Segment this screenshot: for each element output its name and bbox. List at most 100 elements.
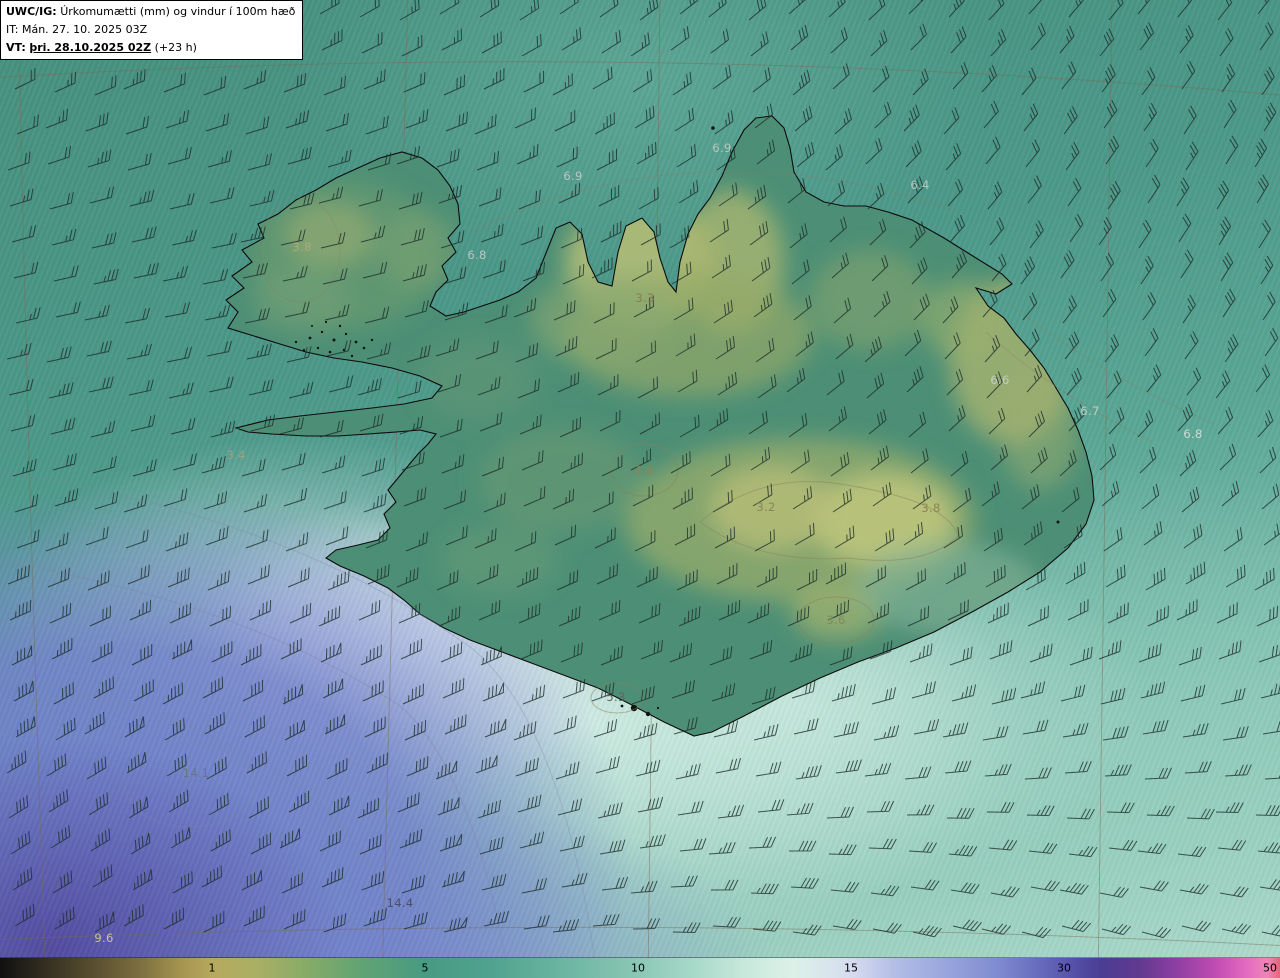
wind-barb bbox=[1139, 446, 1157, 474]
wind-barb bbox=[359, 834, 382, 855]
wind-barb bbox=[132, 869, 153, 891]
wind-barb bbox=[91, 232, 117, 249]
wind-barb bbox=[1101, 923, 1132, 936]
wind-barb bbox=[89, 605, 112, 627]
wind-barb bbox=[442, 678, 465, 699]
wind-barb bbox=[1022, 719, 1049, 735]
wind-barb bbox=[130, 832, 151, 855]
wind-barb bbox=[127, 152, 152, 171]
colorbar-tick-label: 50 bbox=[1263, 961, 1277, 975]
wind-barb bbox=[480, 646, 502, 666]
wind-barb bbox=[1142, 291, 1157, 321]
wind-barb bbox=[1030, 880, 1060, 892]
terrain-blob bbox=[478, 428, 642, 532]
wind-barb bbox=[321, 29, 343, 51]
wind-barb bbox=[949, 646, 973, 666]
wind-barb bbox=[519, 0, 540, 21]
wind-barb bbox=[124, 307, 151, 324]
wind-barb bbox=[1138, 643, 1162, 663]
wind-barb bbox=[670, 26, 690, 51]
wind-barb bbox=[49, 602, 72, 624]
island-dot bbox=[316, 346, 320, 350]
map-canvas bbox=[0, 0, 1280, 978]
wind-barb bbox=[282, 684, 304, 705]
wind-barb bbox=[13, 680, 34, 702]
wind-barb bbox=[1223, 99, 1237, 129]
wind-barb bbox=[363, 907, 387, 927]
wind-barb bbox=[1147, 174, 1161, 204]
island-dot bbox=[1056, 520, 1060, 524]
wind-barb bbox=[287, 146, 312, 165]
wind-barb bbox=[1259, 22, 1274, 51]
wind-barb bbox=[399, 0, 420, 21]
wind-barb bbox=[1102, 289, 1117, 318]
wind-barb bbox=[556, 146, 578, 168]
wind-barb bbox=[1255, 805, 1280, 816]
wind-barb bbox=[1020, 256, 1036, 285]
wind-barb bbox=[748, 0, 767, 21]
wind-barb bbox=[1146, 805, 1175, 817]
wind-barb bbox=[552, 918, 580, 933]
wind-barb bbox=[1145, 138, 1159, 168]
wind-barb bbox=[165, 532, 189, 552]
wind-barb bbox=[950, 882, 980, 895]
wind-barb bbox=[128, 379, 154, 396]
wind-barb bbox=[211, 641, 233, 663]
wind-barb bbox=[325, 526, 349, 546]
wind-barb bbox=[1217, 407, 1234, 435]
wind-barb bbox=[357, 378, 382, 396]
wind-barb bbox=[1260, 681, 1280, 699]
wind-barb bbox=[519, 831, 545, 849]
wind-barb bbox=[982, 725, 1009, 741]
wind-barb bbox=[1221, 923, 1251, 935]
wind-barb bbox=[948, 845, 978, 857]
wind-barb bbox=[1029, 220, 1044, 249]
wind-barb bbox=[1185, 561, 1206, 585]
wind-barb bbox=[87, 570, 110, 591]
wind-barb bbox=[481, 31, 502, 54]
wind-barb bbox=[593, 719, 618, 738]
wind-barb bbox=[323, 75, 347, 96]
wind-barb bbox=[903, 104, 920, 132]
wind-barb bbox=[1061, 61, 1077, 90]
product-title-line: UWC/IG: Úrkomumætti (mm) og vindur í 100… bbox=[6, 3, 295, 21]
wind-barb bbox=[168, 382, 194, 399]
wind-barb bbox=[1100, 252, 1115, 282]
wind-barb bbox=[748, 836, 776, 849]
wind-barb bbox=[523, 70, 545, 93]
wind-barb bbox=[94, 911, 115, 933]
wind-barb bbox=[248, 796, 269, 819]
wind-barb bbox=[1255, 364, 1271, 393]
wind-barb bbox=[86, 756, 107, 780]
wind-barb bbox=[601, 876, 629, 891]
wind-barb bbox=[1030, 22, 1046, 51]
wind-barb bbox=[129, 599, 152, 621]
wind-barb bbox=[441, 28, 462, 51]
wind-barb bbox=[435, 760, 458, 780]
wind-barb bbox=[864, 762, 892, 777]
wind-barb bbox=[85, 526, 109, 546]
wind-barb bbox=[750, 883, 779, 895]
wind-barb bbox=[831, 683, 856, 702]
wind-barb bbox=[1061, 919, 1092, 933]
wind-barb bbox=[167, 567, 190, 588]
wind-barb bbox=[1099, 886, 1129, 898]
wind-barb bbox=[319, 830, 341, 852]
wind-barb bbox=[6, 343, 32, 360]
wind-barb bbox=[479, 836, 504, 855]
valid-label: VT: bbox=[6, 40, 26, 54]
wind-barb bbox=[951, 684, 977, 702]
wind-barb bbox=[484, 718, 507, 738]
wind-barb bbox=[1263, 102, 1277, 132]
wind-barb bbox=[948, 0, 965, 18]
wind-barb bbox=[54, 71, 77, 93]
precip-contour-line bbox=[124, 742, 256, 828]
wind-barb bbox=[717, 804, 745, 819]
wind-barb bbox=[632, 69, 653, 93]
colorbar-tick-label: 10 bbox=[631, 961, 645, 975]
wind-barb bbox=[53, 682, 74, 705]
wind-barb bbox=[907, 176, 924, 204]
wind-barb bbox=[16, 529, 40, 549]
island-dot bbox=[302, 348, 306, 352]
wind-barb bbox=[515, 757, 539, 777]
